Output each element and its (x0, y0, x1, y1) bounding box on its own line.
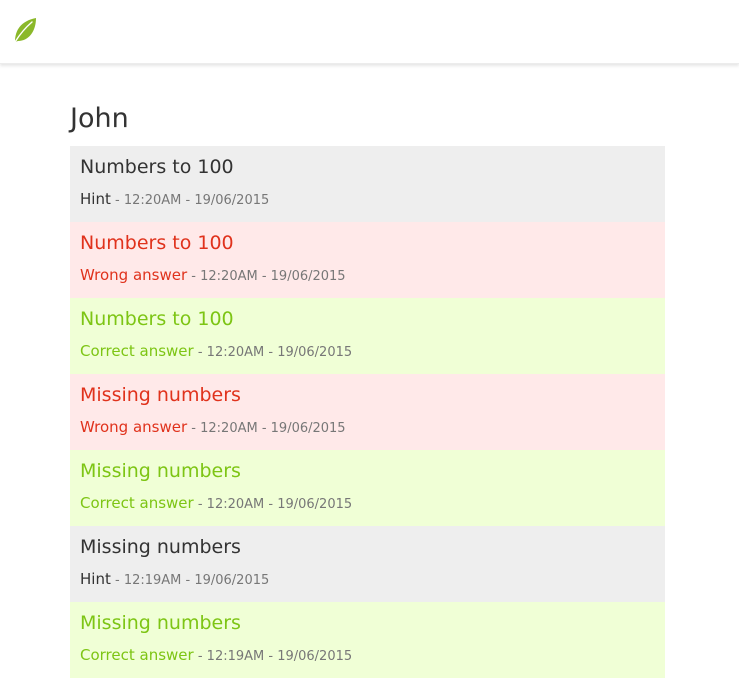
activity-title: Missing numbers (80, 612, 241, 634)
activity-title: Numbers to 100 (80, 308, 234, 330)
activity-timestamp: 12:19AM - 19/06/2015 (206, 649, 353, 664)
activity-item[interactable]: Numbers to 100 Hint - 12:20AM - 19/06/20… (70, 146, 665, 222)
activity-title: Missing numbers (80, 384, 241, 406)
activity-item[interactable]: Numbers to 100 Correct answer - 12:20AM … (70, 298, 665, 374)
meta-separator: - (187, 421, 201, 436)
activity-timestamp: 12:19AM - 19/06/2015 (123, 573, 270, 588)
activity-meta: Correct answer - 12:20AM - 19/06/2015 (80, 340, 655, 364)
activity-item[interactable]: Missing numbers Correct answer - 12:20AM… (70, 450, 665, 526)
meta-separator: - (193, 497, 207, 512)
activity-timestamp: 12:20AM - 19/06/2015 (206, 345, 353, 360)
leaf-icon[interactable] (13, 17, 37, 43)
activity-meta: Correct answer - 12:19AM - 19/06/2015 (80, 644, 655, 668)
meta-separator: - (110, 573, 124, 588)
activity-item[interactable]: Missing numbers Correct answer - 12:19AM… (70, 602, 665, 678)
activity-timestamp: 12:20AM - 19/06/2015 (200, 421, 346, 436)
meta-separator: - (110, 193, 124, 208)
activity-title: Numbers to 100 (80, 232, 234, 254)
activity-timestamp: 12:20AM - 19/06/2015 (200, 269, 346, 284)
activity-type: Correct answer (80, 494, 194, 512)
activity-type: Wrong answer (80, 266, 188, 284)
activity-item[interactable]: Numbers to 100 Wrong answer - 12:20AM - … (70, 222, 665, 298)
activity-item[interactable]: Missing numbers Wrong answer - 12:20AM -… (70, 374, 665, 450)
meta-separator: - (193, 649, 207, 664)
activity-title: Missing numbers (80, 536, 241, 558)
activity-timestamp: 12:20AM - 19/06/2015 (123, 193, 270, 208)
activity-type: Correct answer (80, 342, 194, 360)
activity-type: Hint (80, 190, 111, 208)
activity-meta: Wrong answer - 12:20AM - 19/06/2015 (80, 416, 655, 440)
activity-meta: Hint - 12:20AM - 19/06/2015 (80, 188, 655, 212)
activity-type: Wrong answer (80, 418, 188, 436)
activity-meta: Wrong answer - 12:20AM - 19/06/2015 (80, 264, 655, 288)
activity-title: Missing numbers (80, 460, 241, 482)
top-bar (0, 0, 739, 64)
page-title: John (70, 103, 129, 134)
activity-timestamp: 12:20AM - 19/06/2015 (206, 497, 353, 512)
activity-title: Numbers to 100 (80, 156, 234, 178)
activity-type: Hint (80, 570, 111, 588)
activity-list: Numbers to 100 Hint - 12:20AM - 19/06/20… (70, 146, 665, 678)
meta-separator: - (193, 345, 207, 360)
activity-meta: Hint - 12:19AM - 19/06/2015 (80, 568, 655, 592)
activity-type: Correct answer (80, 646, 194, 664)
meta-separator: - (187, 269, 201, 284)
activity-item[interactable]: Missing numbers Hint - 12:19AM - 19/06/2… (70, 526, 665, 602)
activity-meta: Correct answer - 12:20AM - 19/06/2015 (80, 492, 655, 516)
